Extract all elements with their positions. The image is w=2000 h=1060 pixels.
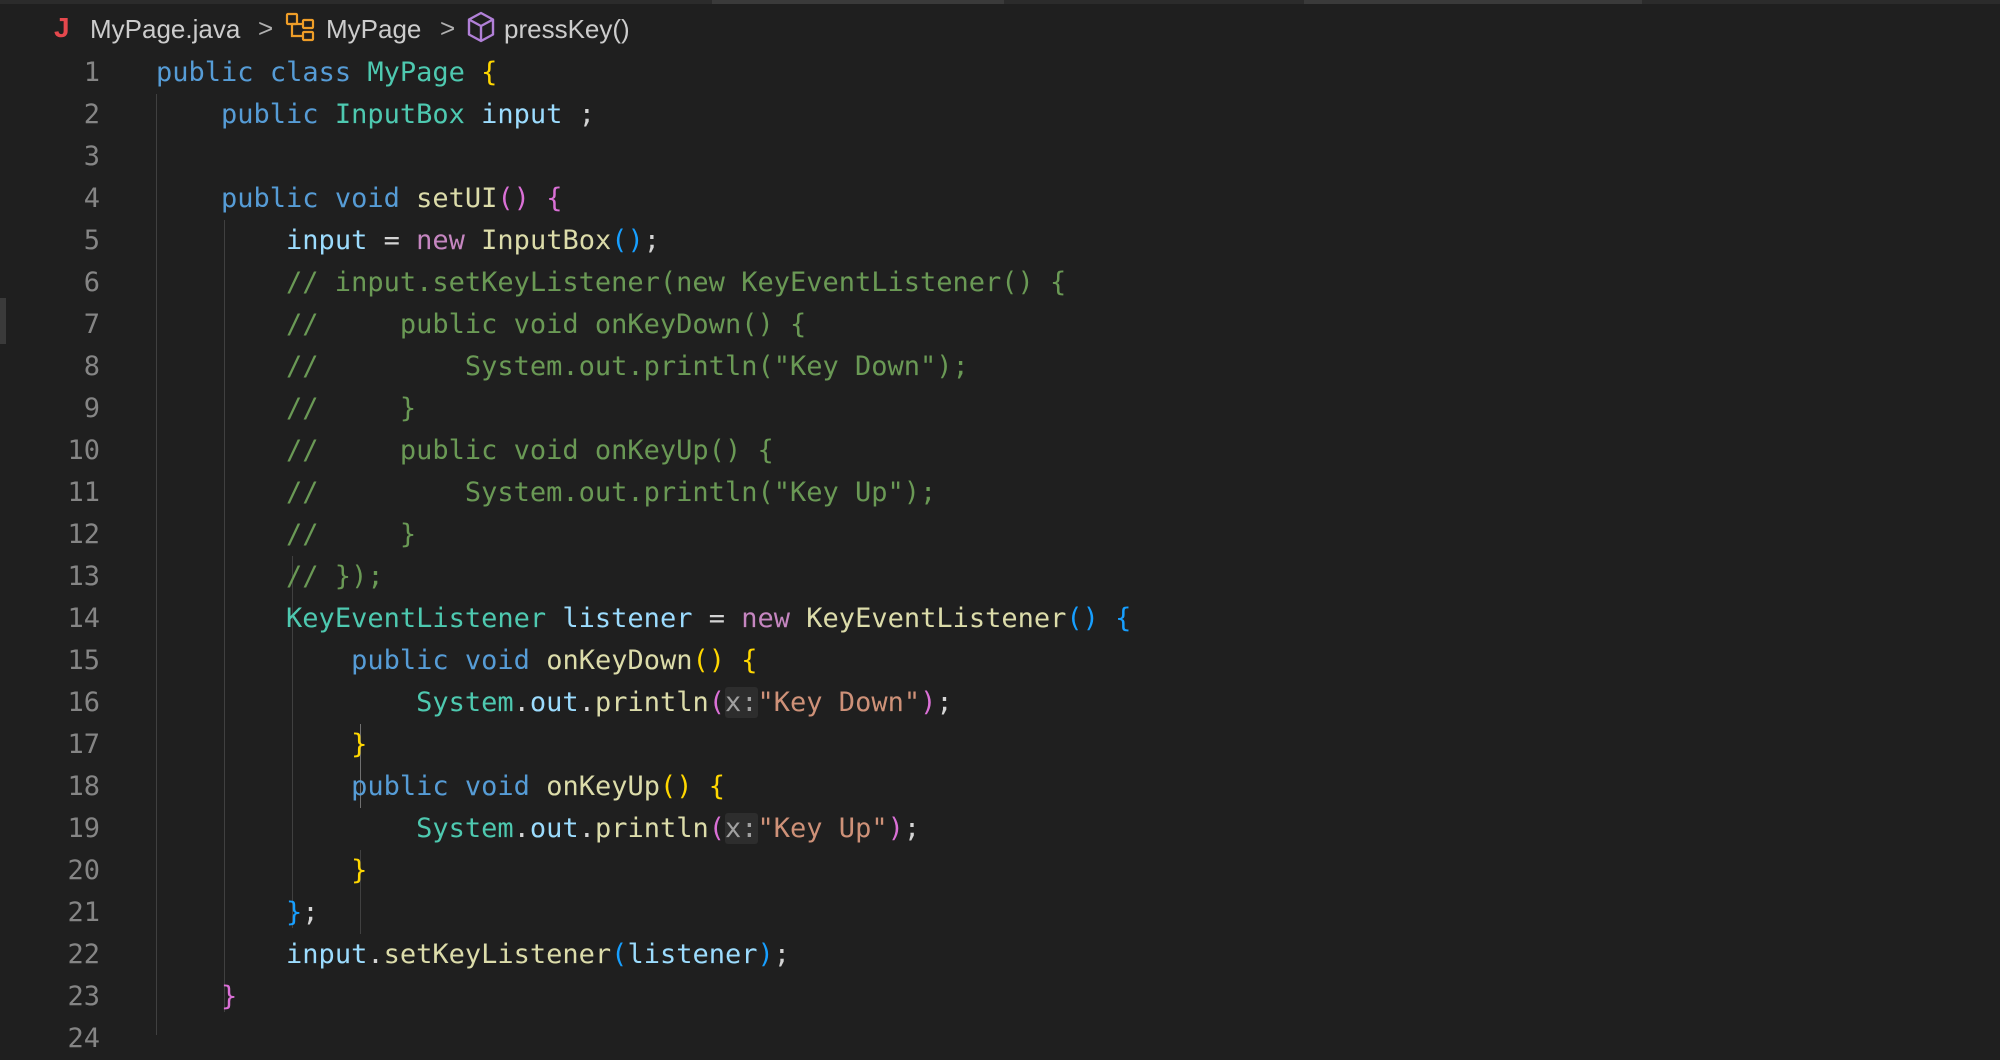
line-number: 12 — [67, 519, 100, 550]
line-number: 18 — [67, 771, 100, 802]
code-comment: // } — [156, 519, 417, 550]
code-text: public class MyPage { — [156, 57, 498, 88]
code-line: 6 // input.setKeyListener(new KeyEventLi… — [0, 262, 2000, 304]
code-comment: // }); — [156, 561, 384, 592]
code-text: public void setUI() { — [221, 183, 563, 214]
code-line: 20 } — [0, 850, 2000, 892]
code-line: 1 public class MyPage { — [0, 52, 2000, 94]
line-number: 11 — [67, 477, 100, 508]
code-line: 10 // public void onKeyUp() { — [0, 430, 2000, 472]
breadcrumb-method[interactable]: pressKey() — [504, 14, 630, 45]
line-number: 20 — [67, 855, 100, 886]
breadcrumb: J MyPage.java > MyPage > pressKey() — [0, 0, 2000, 60]
code-comment: // input.setKeyListener(new KeyEventList… — [156, 267, 1067, 298]
code-line: 12 // } — [0, 514, 2000, 556]
code-comment: // } — [156, 393, 417, 424]
code-line: 22 input.setKeyListener(listener); — [0, 934, 2000, 976]
line-number: 14 — [67, 603, 100, 634]
code-text: input.setKeyListener(listener); — [286, 939, 791, 970]
code-text: input = new InputBox(); — [286, 225, 660, 256]
chevron-right-icon: > — [258, 13, 274, 43]
code-line: 3 — [0, 136, 2000, 178]
code-comment: // public void onKeyUp() { — [156, 435, 774, 466]
line-number: 24 — [67, 1023, 100, 1054]
code-line: 5 input = new InputBox(); — [0, 220, 2000, 262]
code-line: 4 public void setUI() { — [0, 178, 2000, 220]
code-line: 9 // } — [0, 388, 2000, 430]
code-comment: // System.out.println("Key Down"); — [156, 351, 969, 382]
code-line: 23 } — [0, 976, 2000, 1018]
line-number: 2 — [83, 99, 100, 130]
java-icon: J — [54, 12, 70, 43]
code-text: System.out.println(x:"Key Down"); — [416, 687, 953, 718]
line-number: 21 — [67, 897, 100, 928]
code-text: System.out.println(x:"Key Up"); — [416, 813, 921, 844]
line-number: 6 — [83, 267, 100, 298]
line-number: 7 — [83, 309, 100, 340]
code-line: 13 // }); — [0, 556, 2000, 598]
line-number: 22 — [67, 939, 100, 970]
breadcrumb-file[interactable]: MyPage.java — [90, 14, 240, 45]
code-line: 8 // System.out.println("Key Down"); — [0, 346, 2000, 388]
code-line: 17 } — [0, 724, 2000, 766]
chevron-right-icon: > — [440, 13, 456, 43]
code-line: 21 }; — [0, 892, 2000, 934]
code-line: 14 KeyEventListener listener = new KeyEv… — [0, 598, 2000, 640]
code-line: 18 public void onKeyUp() { — [0, 766, 2000, 808]
class-symbol-icon — [284, 10, 318, 44]
code-line: 7 // public void onKeyDown() { — [0, 304, 2000, 346]
code-line: 15 public void onKeyDown() { — [0, 640, 2000, 682]
line-number: 23 — [67, 981, 100, 1012]
code-text: } — [221, 981, 238, 1012]
line-number: 5 — [83, 225, 100, 256]
line-number: 13 — [67, 561, 100, 592]
line-number: 8 — [83, 351, 100, 382]
line-number: 4 — [83, 183, 100, 214]
code-line: 11 // System.out.println("Key Up"); — [0, 472, 2000, 514]
code-text: } — [351, 729, 368, 760]
code-text: public void onKeyDown() { — [351, 645, 758, 676]
breadcrumb-class[interactable]: MyPage — [326, 14, 421, 45]
code-line: 2 public InputBox input ; — [0, 94, 2000, 136]
line-number: 17 — [67, 729, 100, 760]
line-number: 3 — [83, 141, 100, 172]
line-number: 1 — [83, 57, 100, 88]
code-line: 24 — [0, 1018, 2000, 1060]
code-line: 16 System.out.println(x:"Key Down"); — [0, 682, 2000, 724]
method-cube-icon — [464, 10, 498, 44]
code-text: KeyEventListener listener = new KeyEvent… — [286, 603, 1132, 634]
code-line: 19 System.out.println(x:"Key Up"); — [0, 808, 2000, 850]
code-comment: // public void onKeyDown() { — [156, 309, 807, 340]
line-number: 16 — [67, 687, 100, 718]
code-text: } — [351, 855, 368, 886]
code-text: public void onKeyUp() { — [351, 771, 726, 802]
line-number: 19 — [67, 813, 100, 844]
line-number: 10 — [67, 435, 100, 466]
code-text: public InputBox input ; — [221, 99, 595, 130]
code-text: }; — [286, 897, 319, 928]
code-comment: // System.out.println("Key Up"); — [156, 477, 937, 508]
code-editor[interactable]: 1 public class MyPage { 2 public InputBo… — [0, 52, 2000, 1054]
line-number: 9 — [83, 393, 100, 424]
tab-strip-border — [0, 0, 2000, 4]
line-number: 15 — [67, 645, 100, 676]
